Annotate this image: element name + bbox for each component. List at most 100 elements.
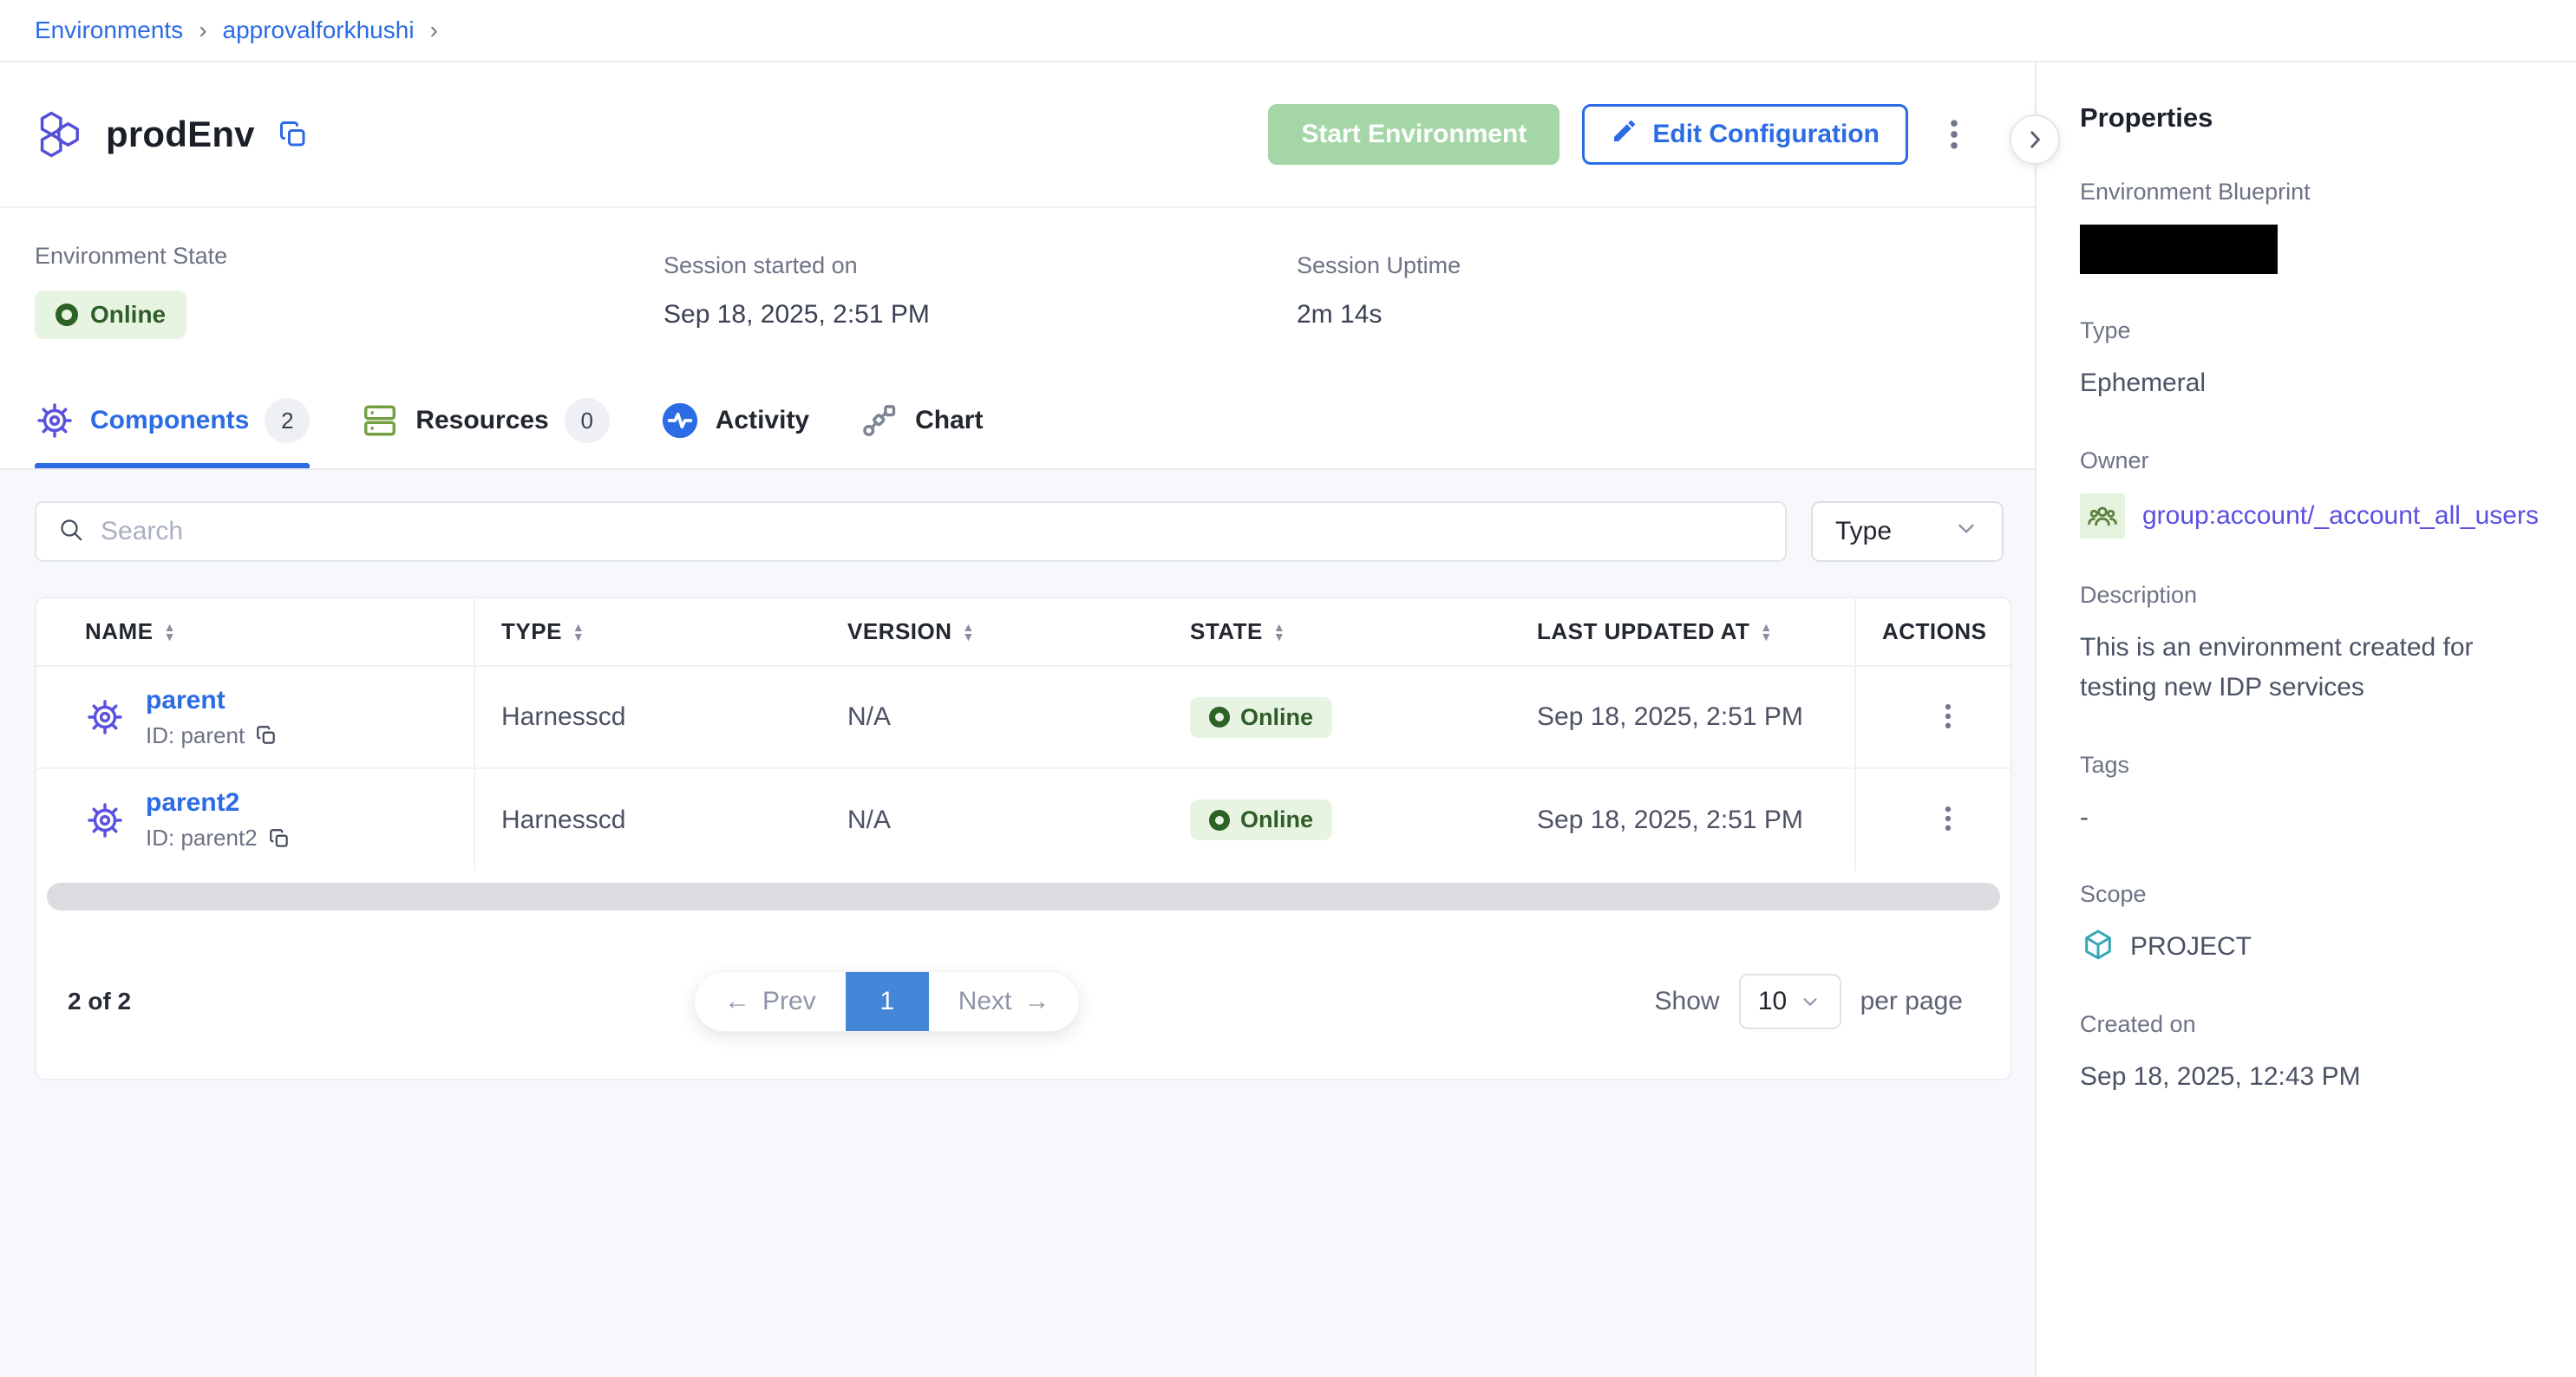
next-page-button[interactable]: Next →	[929, 972, 1080, 1031]
pagination-pill: ← Prev 1 Next →	[694, 971, 1080, 1032]
online-ring-icon	[1209, 810, 1230, 831]
column-header-last-updated[interactable]: LAST UPDATED AT▲▼	[1511, 598, 1855, 666]
owner-label: Owner	[2080, 447, 2541, 474]
arrow-left-icon: ←	[724, 987, 750, 1016]
edit-configuration-button[interactable]: Edit Configuration	[1582, 104, 1908, 165]
scatter-chart-icon	[860, 401, 899, 441]
component-name-link[interactable]: parent	[146, 686, 278, 715]
sort-icon: ▲▼	[1273, 623, 1285, 642]
tab-chart-label: Chart	[915, 406, 983, 435]
start-environment-button[interactable]: Start Environment	[1268, 104, 1559, 165]
component-name-link[interactable]: parent2	[146, 788, 291, 818]
column-header-type[interactable]: TYPE▲▼	[474, 598, 821, 666]
resources-count-badge: 0	[565, 398, 610, 443]
breadcrumb-separator-icon: ›	[199, 16, 206, 44]
created-on-value: Sep 18, 2025, 12:43 PM	[2080, 1057, 2541, 1098]
component-id: ID: parent2	[146, 825, 258, 852]
session-started-label: Session started on	[664, 252, 1297, 279]
page-title: prodEnv	[106, 114, 255, 155]
activity-pulse-icon	[660, 401, 700, 441]
component-last-updated: Sep 18, 2025, 2:51 PM	[1511, 666, 1855, 768]
environment-state-badge: Online	[35, 290, 186, 339]
tab-activity-label: Activity	[716, 406, 809, 435]
session-overview: Environment State Online Session started…	[0, 208, 2035, 373]
components-tab-panel: Type	[0, 468, 2035, 1377]
session-started-value: Sep 18, 2025, 2:51 PM	[664, 300, 1297, 330]
scope-label: Scope	[2080, 881, 2541, 908]
copy-name-icon[interactable]	[278, 119, 309, 150]
type-label: Type	[2080, 317, 2541, 344]
environment-state-value: Online	[90, 301, 166, 329]
environment-details-page: Environments › approvalforkhushi › prodE…	[0, 0, 2576, 1377]
tab-resources[interactable]: Resources 0	[360, 373, 609, 468]
chevron-down-icon	[1953, 515, 1979, 548]
table-row: parent2 ID: parent2	[36, 768, 2012, 871]
sort-icon: ▲▼	[963, 623, 975, 642]
sort-icon: ▲▼	[572, 623, 585, 642]
header-more-options-button[interactable]	[1931, 108, 1978, 160]
tab-chart[interactable]: Chart	[860, 373, 983, 468]
pencil-icon	[1611, 117, 1638, 152]
column-header-actions: ACTIONS	[1855, 598, 2012, 666]
breadcrumb: Environments › approvalforkhushi ›	[0, 0, 2576, 62]
state-badge: Online	[1190, 697, 1332, 738]
page-header: prodEnv Start Environment	[0, 62, 2035, 208]
prev-page-button[interactable]: ← Prev	[695, 972, 846, 1031]
column-header-state[interactable]: STATE▲▼	[1164, 598, 1511, 666]
type-filter-dropdown[interactable]: Type	[1811, 501, 2004, 562]
column-header-name[interactable]: NAME▲▼	[36, 598, 474, 666]
breadcrumb-environments-link[interactable]: Environments	[35, 16, 183, 44]
tags-label: Tags	[2080, 752, 2541, 779]
group-users-icon	[2080, 493, 2125, 538]
description-value: This is an environment created for testi…	[2080, 628, 2541, 708]
column-header-version[interactable]: VERSION▲▼	[821, 598, 1164, 666]
main-content: prodEnv Start Environment	[0, 62, 2035, 1377]
per-page-label: per page	[1860, 987, 1963, 1016]
row-more-options-button[interactable]	[1926, 691, 1970, 743]
owner-group-link[interactable]: group:account/_account_all_users	[2142, 501, 2539, 531]
component-gear-icon	[85, 697, 125, 737]
gear-icon	[35, 401, 75, 441]
page-size-dropdown[interactable]: 10	[1739, 974, 1841, 1029]
copy-id-icon[interactable]	[255, 724, 278, 747]
pagination-summary: 2 of 2	[68, 988, 131, 1015]
edit-configuration-label: Edit Configuration	[1652, 120, 1880, 149]
table-row: parent ID: parent	[36, 666, 2012, 768]
collapse-panel-button[interactable]	[2010, 114, 2060, 165]
session-uptime-value: 2m 14s	[1297, 300, 2000, 330]
scope-value: PROJECT	[2130, 927, 2252, 968]
cube-icon	[2080, 927, 2116, 968]
type-filter-label: Type	[1835, 517, 1892, 546]
component-version: N/A	[821, 666, 1164, 768]
component-type: Harnesscd	[474, 768, 821, 871]
tab-activity[interactable]: Activity	[660, 373, 809, 468]
components-table-card: NAME▲▼ TYPE▲▼ VERSION▲▼ STATE▲▼ LAST UPD…	[35, 597, 2012, 1080]
show-label: Show	[1655, 987, 1720, 1016]
components-count-badge: 2	[265, 398, 310, 443]
tags-value: -	[2080, 798, 2541, 839]
created-on-label: Created on	[2080, 1011, 2541, 1038]
scrollbar-thumb[interactable]	[47, 883, 2000, 910]
components-table: NAME▲▼ TYPE▲▼ VERSION▲▼ STATE▲▼ LAST UPD…	[36, 598, 2012, 871]
blueprint-value-redacted	[2080, 225, 2278, 274]
session-uptime-label: Session Uptime	[1297, 252, 2000, 279]
search-icon	[57, 516, 85, 548]
breadcrumb-separator-icon: ›	[430, 16, 438, 44]
search-input[interactable]	[101, 517, 1764, 546]
tab-components-label: Components	[90, 406, 249, 435]
properties-panel: Properties Environment Blueprint Type Ep…	[2035, 62, 2576, 1377]
breadcrumb-approvalforkhushi-link[interactable]: approvalforkhushi	[223, 16, 415, 44]
page-1-button[interactable]: 1	[846, 972, 929, 1031]
tab-bar: Components 2 Resources 0	[0, 373, 2035, 468]
sort-icon: ▲▼	[1760, 623, 1772, 642]
pagination-bar: 2 of 2 ← Prev 1 Next →	[36, 924, 2010, 1079]
online-ring-icon	[1209, 707, 1230, 728]
chevron-down-icon	[1799, 990, 1821, 1013]
component-type: Harnesscd	[474, 666, 821, 768]
tab-resources-label: Resources	[415, 406, 548, 435]
copy-id-icon[interactable]	[268, 827, 291, 850]
arrow-right-icon: →	[1023, 987, 1049, 1016]
row-more-options-button[interactable]	[1926, 794, 1970, 846]
horizontal-scrollbar	[36, 871, 2010, 924]
tab-components[interactable]: Components 2	[35, 373, 310, 468]
